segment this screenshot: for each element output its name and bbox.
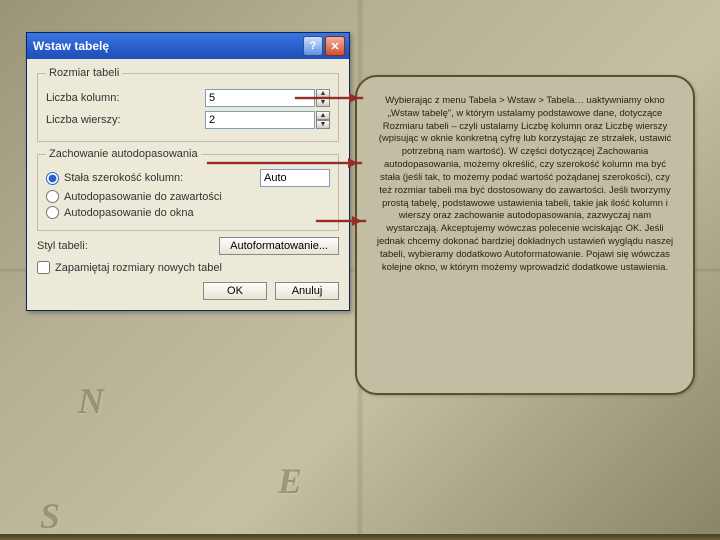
pointer-arrow bbox=[316, 220, 366, 222]
explanation-callout: Wybierając z menu Tabela > Wstaw > Tabel… bbox=[355, 75, 695, 395]
pointer-arrow bbox=[207, 162, 362, 164]
rows-down-icon[interactable]: ▼ bbox=[316, 120, 330, 129]
radio-contents-label: Autodopasowanie do zawartości bbox=[64, 191, 222, 203]
columns-down-icon[interactable]: ▼ bbox=[316, 98, 330, 107]
cancel-button[interactable]: Anuluj bbox=[275, 282, 339, 300]
autoformat-button[interactable]: Autoformatowanie... bbox=[219, 237, 339, 255]
callout-text: Wybierając z menu Tabela > Wstaw > Tabel… bbox=[373, 95, 677, 274]
titlebar: Wstaw tabelę ? ✕ bbox=[27, 33, 349, 59]
pointer-arrow bbox=[295, 97, 363, 99]
radio-window-label: Autodopasowanie do okna bbox=[64, 207, 194, 219]
group-autofit: Zachowanie autodopasowania Stała szeroko… bbox=[37, 148, 339, 231]
rows-input[interactable] bbox=[205, 111, 315, 129]
rows-spinner: ▲ ▼ bbox=[205, 111, 330, 129]
table-style-label: Styl tabeli: bbox=[37, 240, 88, 252]
ok-button[interactable]: OK bbox=[203, 282, 267, 300]
compass-e: E bbox=[278, 460, 302, 502]
group-autofit-legend: Zachowanie autodopasowania bbox=[46, 148, 201, 160]
radio-autofit-contents[interactable] bbox=[46, 190, 59, 203]
insert-table-dialog: Wstaw tabelę ? ✕ Rozmiar tabeli Liczba k… bbox=[26, 32, 350, 311]
group-table-size: Rozmiar tabeli Liczba kolumn: ▲ ▼ Liczba… bbox=[37, 67, 339, 142]
compass-s: S bbox=[40, 495, 60, 537]
compass-n: N bbox=[78, 380, 104, 422]
radio-fixed-width[interactable] bbox=[46, 172, 59, 185]
remember-checkbox[interactable] bbox=[37, 261, 50, 274]
help-button[interactable]: ? bbox=[303, 36, 323, 56]
close-button[interactable]: ✕ bbox=[325, 36, 345, 56]
rows-up-icon[interactable]: ▲ bbox=[316, 111, 330, 120]
group-size-legend: Rozmiar tabeli bbox=[46, 67, 122, 79]
columns-label: Liczba kolumn: bbox=[46, 92, 205, 104]
radio-fixed-label: Stała szerokość kolumn: bbox=[64, 172, 183, 184]
bottom-bar bbox=[0, 534, 720, 540]
remember-label: Zapamiętaj rozmiary nowych tabel bbox=[55, 262, 222, 274]
rows-label: Liczba wierszy: bbox=[46, 114, 205, 126]
radio-autofit-window[interactable] bbox=[46, 206, 59, 219]
dialog-title: Wstaw tabelę bbox=[33, 39, 301, 53]
fixed-width-input[interactable] bbox=[260, 169, 330, 187]
